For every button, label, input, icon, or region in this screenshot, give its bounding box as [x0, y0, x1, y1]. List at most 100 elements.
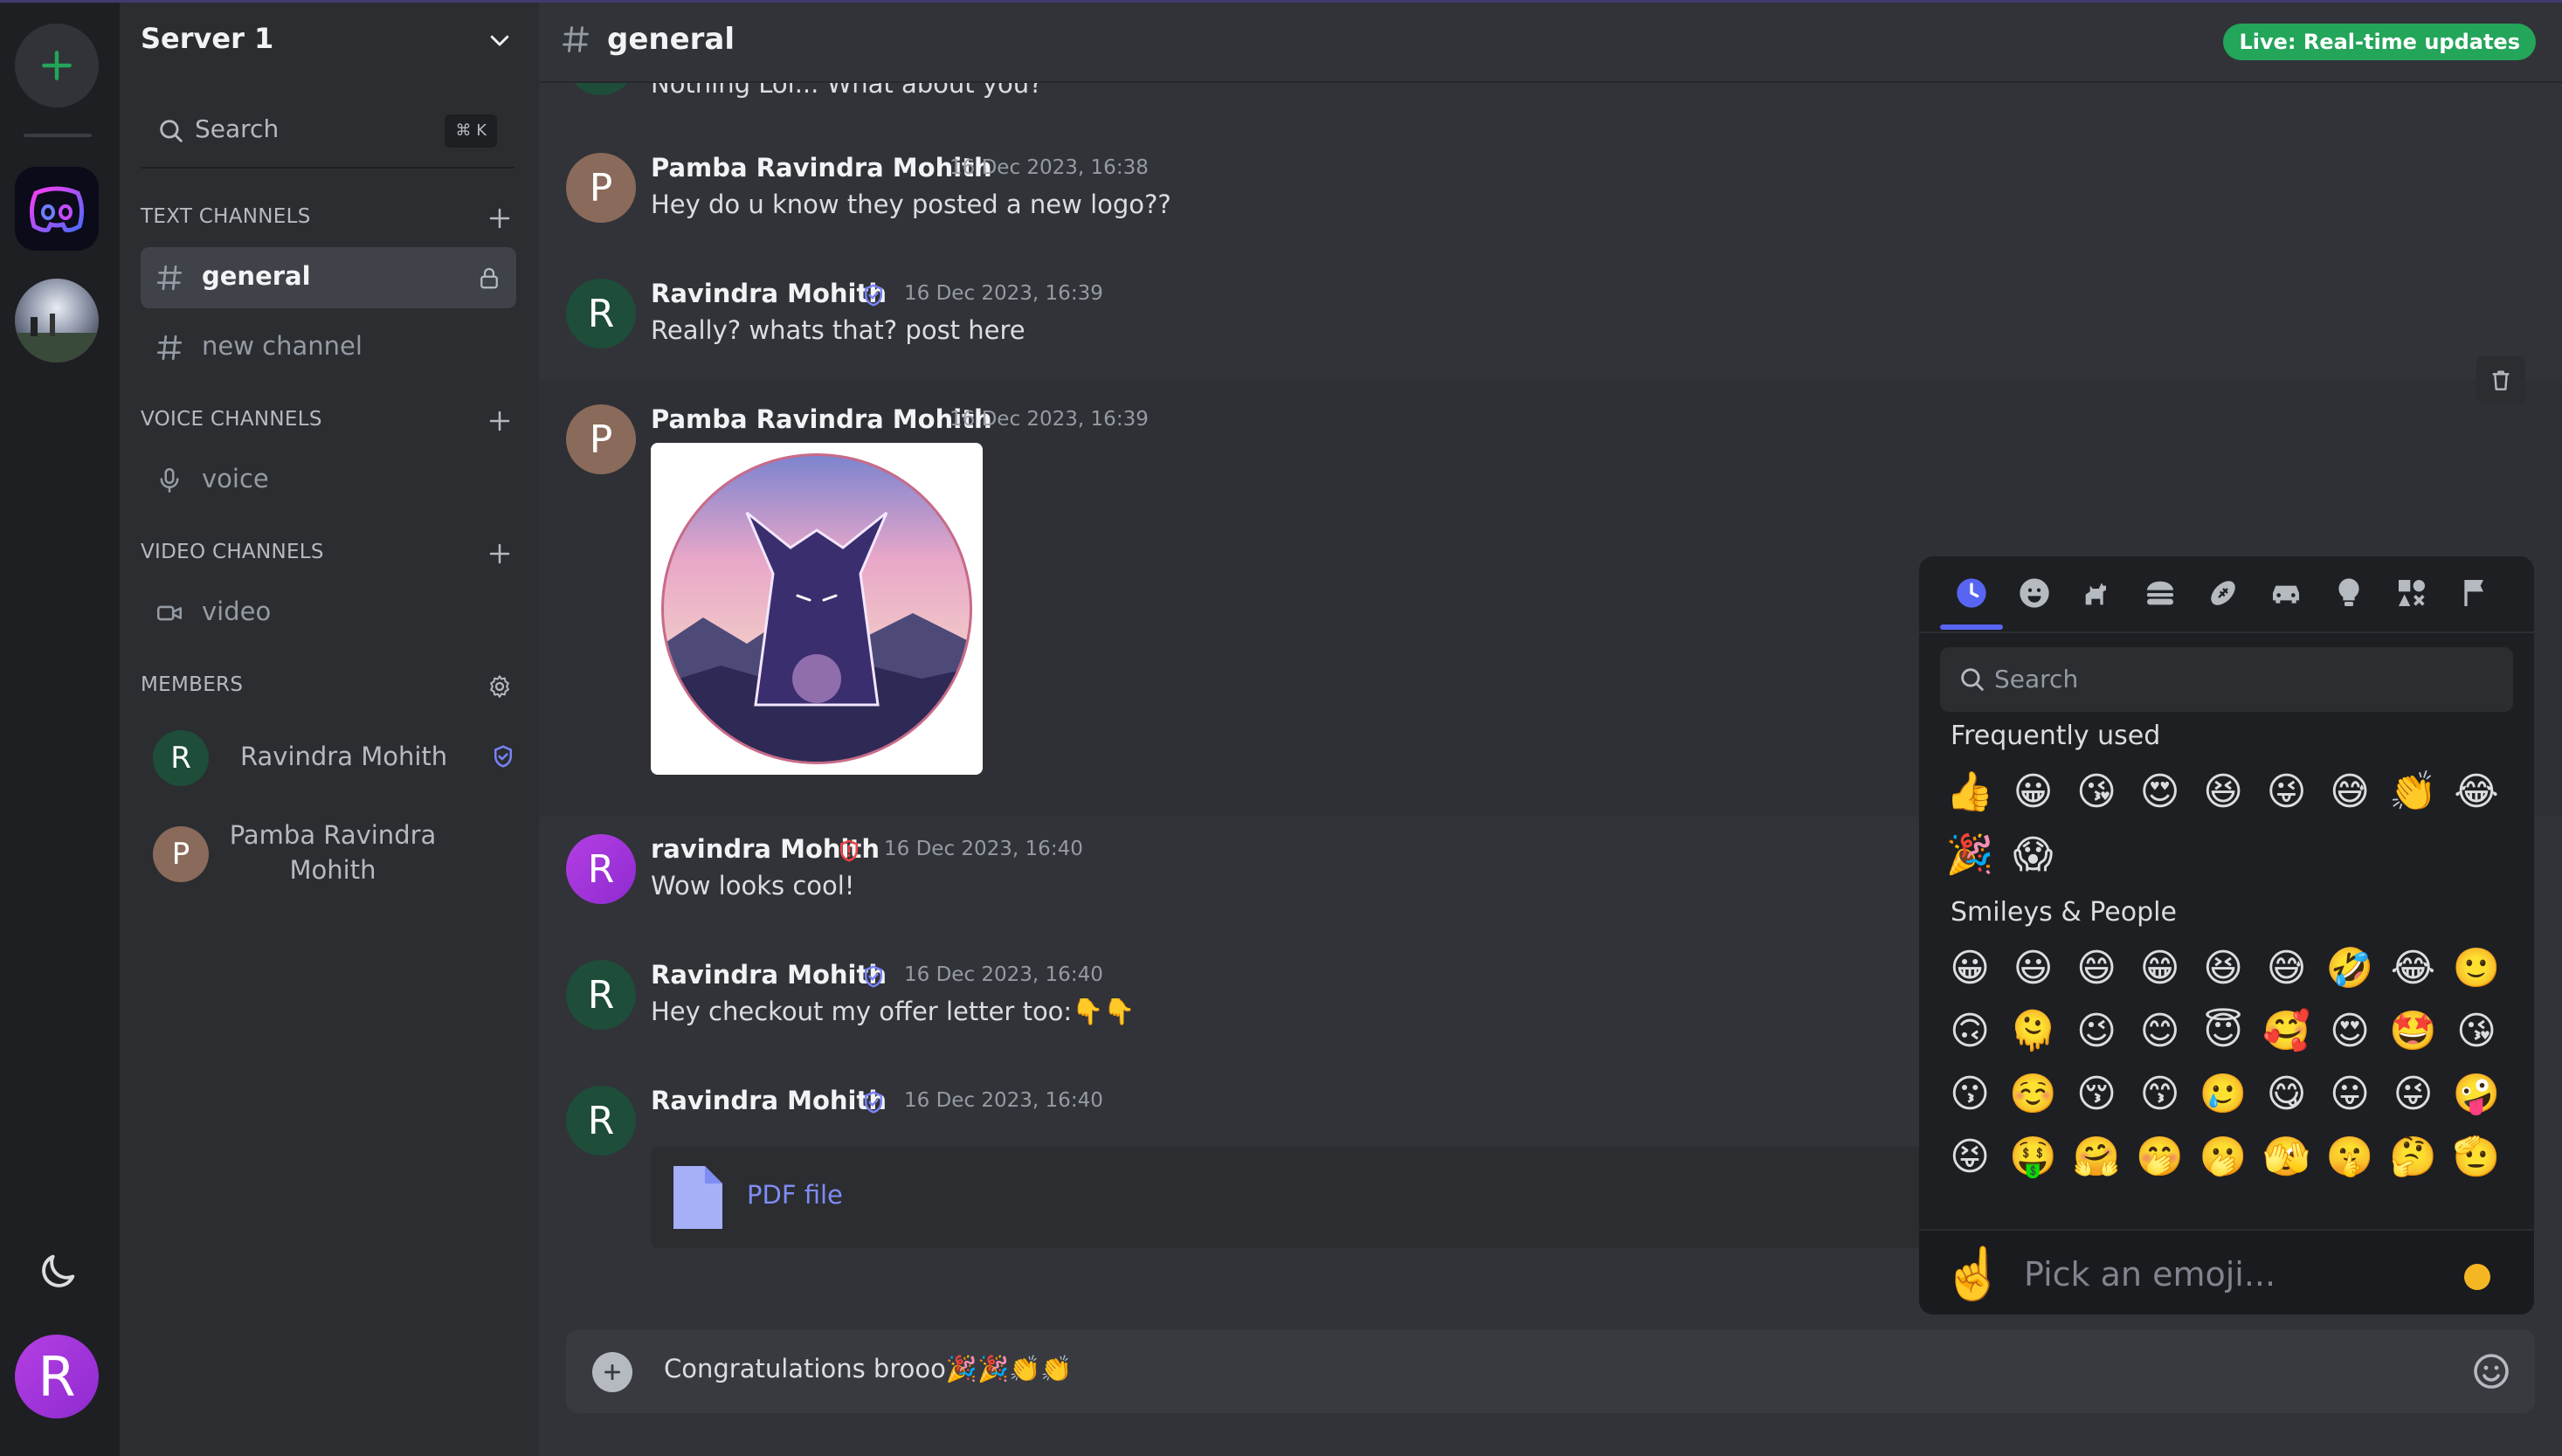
emoji-button[interactable]: 🫣: [2262, 1133, 2311, 1182]
emoji-picker: Search Frequently used 👍 😀 😘 😍 😆 😜 😅 👏 😂 🎉 😱 Smile…: [1919, 556, 2534, 1315]
member-item[interactable]: R Ravindra Mohith: [141, 728, 516, 789]
emoji-button[interactable]: 🎉: [1945, 831, 1994, 880]
emoji-button[interactable]: 🤔: [2389, 1133, 2438, 1182]
message-composer[interactable]: Congratulations brooo🎉🎉👏👏: [566, 1329, 2535, 1413]
message-input[interactable]: Congratulations brooo🎉🎉👏👏: [664, 1354, 1072, 1384]
clock-icon[interactable]: [1954, 576, 1989, 611]
text-channels-heading: TEXT CHANNELS: [141, 205, 311, 228]
emoji-button[interactable]: 😗: [1945, 1070, 1994, 1119]
emoji-button[interactable]: 🤣: [2325, 944, 2374, 993]
channel-item-voice[interactable]: voice: [141, 450, 516, 511]
emoji-button[interactable]: 😙: [2136, 1070, 2185, 1119]
emoji-button[interactable]: 🙃: [1945, 1007, 1994, 1056]
channel-item-general[interactable]: general: [141, 247, 516, 308]
member-item[interactable]: P Pamba Ravindra Mohith: [141, 815, 516, 894]
emoji-button[interactable]: 🥰: [2262, 1007, 2311, 1056]
emoji-button[interactable]: 😆: [2199, 944, 2248, 993]
emoji-button[interactable]: 😜: [2262, 768, 2311, 817]
server-header[interactable]: Server 1: [120, 3, 539, 81]
emoji-button[interactable]: 🤩: [2389, 1007, 2438, 1056]
emoji-button[interactable]: 😄: [2072, 944, 2121, 993]
smiley-icon[interactable]: [2017, 576, 2052, 611]
image-attachment[interactable]: [651, 443, 983, 775]
add-voice-channel-icon[interactable]: [487, 408, 513, 434]
emoji-button[interactable]: 😂: [2452, 768, 2501, 817]
emoji-button[interactable]: 🤫: [2325, 1133, 2374, 1182]
emoji-button[interactable]: 😜: [2389, 1070, 2438, 1119]
server-icon-photo[interactable]: [15, 279, 99, 362]
message-item[interactable]: P Pamba Ravindra Mohith 16 Dec 2023, 16:…: [539, 153, 2562, 266]
lightbulb-icon[interactable]: [2331, 576, 2366, 611]
channel-item-video[interactable]: video: [141, 583, 516, 644]
add-video-channel-icon[interactable]: [487, 541, 513, 567]
emoji-button[interactable]: 😛: [2325, 1070, 2374, 1119]
emoji-button[interactable]: 🤭: [2136, 1133, 2185, 1182]
gear-icon[interactable]: [487, 673, 513, 700]
message-timestamp: 16 Dec 2023, 16:40: [904, 1089, 1103, 1112]
emoji-button[interactable]: 😂: [2389, 944, 2438, 993]
flag-icon[interactable]: [2457, 576, 2492, 611]
emoji-button[interactable]: 👍: [1945, 768, 1994, 817]
emoji-button[interactable]: 😋: [2262, 1070, 2311, 1119]
emoji-button[interactable]: 😍: [2136, 768, 2185, 817]
message-author[interactable]: Pamba Ravindra Mohith: [651, 153, 992, 183]
emoji-button[interactable]: 😅: [2262, 944, 2311, 993]
message-author[interactable]: Ravindra Mohith: [651, 279, 887, 308]
emoji-button[interactable]: 😇: [2199, 1007, 2248, 1056]
emoji-button[interactable]: 🤑: [2009, 1133, 2058, 1182]
emoji-button[interactable]: 🙂: [2452, 944, 2501, 993]
emoji-button[interactable]: 🫠: [2009, 1007, 2058, 1056]
emoji-button[interactable]: 🫢: [2199, 1133, 2248, 1182]
dog-icon[interactable]: [2080, 576, 2115, 611]
emoji-button[interactable]: 😘: [2452, 1007, 2501, 1056]
emoji-button[interactable]: 🫡: [2452, 1133, 2501, 1182]
message-item[interactable]: R Ravindra Mohith 16 Dec 2023, 16:39 Rea…: [539, 279, 2562, 392]
delete-message-button[interactable]: [2476, 355, 2525, 404]
emoji-button[interactable]: 😀: [1945, 944, 1994, 993]
search-button[interactable]: Search ⌘ K: [141, 97, 514, 169]
emoji-button[interactable]: 😝: [1945, 1133, 1994, 1182]
emoji-button[interactable]: 😚: [2072, 1070, 2121, 1119]
attach-button[interactable]: [592, 1352, 632, 1392]
car-icon[interactable]: [2269, 576, 2303, 611]
emoji-button-icon[interactable]: [2470, 1350, 2512, 1392]
emoji-button[interactable]: 😀: [2009, 768, 2058, 817]
member-name-line2: Mohith: [289, 855, 376, 885]
message-author[interactable]: Ravindra Mohith: [651, 1086, 887, 1115]
emoji-button[interactable]: 😆: [2199, 768, 2248, 817]
emoji-button[interactable]: 🥲: [2199, 1070, 2248, 1119]
skin-tone-selector[interactable]: [2464, 1264, 2490, 1290]
football-icon[interactable]: [2206, 576, 2241, 611]
emoji-button[interactable]: 👏: [2389, 768, 2438, 817]
emoji-button[interactable]: 😘: [2072, 768, 2121, 817]
emoji-button[interactable]: 🤗: [2072, 1133, 2121, 1182]
avatar: P: [153, 826, 209, 882]
emoji-button[interactable]: 😍: [2325, 1007, 2374, 1056]
emoji-search-input[interactable]: Search: [1940, 647, 2513, 712]
message-timestamp: 16 Dec 2023, 16:40: [884, 838, 1083, 860]
file-attachment[interactable]: PDF file: [651, 1147, 1926, 1248]
channel-item-new-channel[interactable]: new channel: [141, 317, 516, 378]
user-avatar[interactable]: R: [15, 1335, 99, 1418]
add-server-button[interactable]: [15, 24, 99, 107]
message-author[interactable]: Pamba Ravindra Mohith: [651, 404, 992, 434]
video-channels-heading: VIDEO CHANNELS: [141, 541, 324, 563]
symbols-icon[interactable]: [2394, 576, 2429, 611]
emoji-button[interactable]: 😱: [2009, 831, 2058, 880]
emoji-button[interactable]: 🤪: [2452, 1070, 2501, 1119]
theme-toggle-button[interactable]: [35, 1249, 80, 1294]
message-item[interactable]: Nothing Lol... What about you?: [539, 83, 2562, 109]
emoji-button[interactable]: 😃: [2009, 944, 2058, 993]
emoji-button[interactable]: 😉: [2072, 1007, 2121, 1056]
server-icon-discord[interactable]: [15, 167, 99, 251]
emoji-button[interactable]: 😅: [2325, 768, 2374, 817]
add-text-channel-icon[interactable]: [487, 205, 513, 231]
emoji-button[interactable]: 😁: [2136, 944, 2185, 993]
emoji-button[interactable]: ☺️: [2009, 1070, 2058, 1119]
emoji-button[interactable]: 😊: [2136, 1007, 2185, 1056]
emoji-category-bar: [1919, 556, 2534, 633]
burger-icon[interactable]: [2143, 576, 2178, 611]
message-author[interactable]: Ravindra Mohith: [651, 960, 887, 990]
message-timestamp: 16 Dec 2023, 16:38: [950, 156, 1149, 179]
file-link[interactable]: PDF file: [747, 1180, 843, 1210]
